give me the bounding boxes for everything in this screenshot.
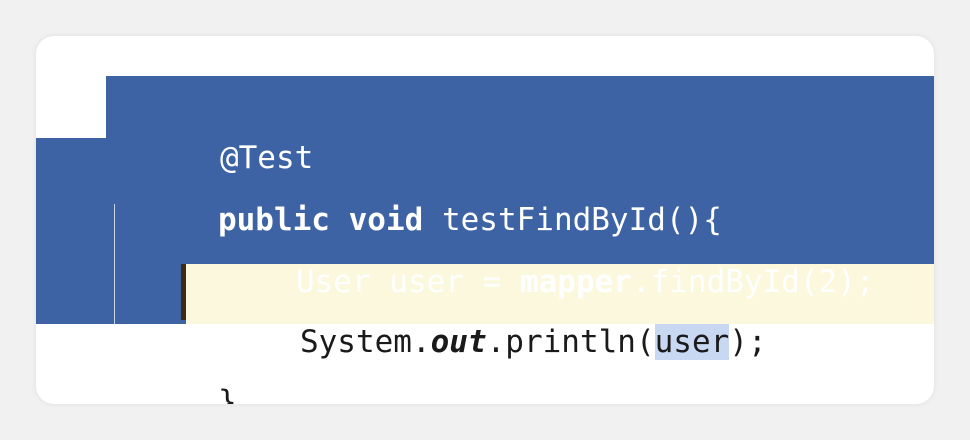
code-line-closing-brace: } — [106, 336, 237, 404]
closing-text: ); — [729, 324, 767, 360]
code-line-annotation: @Test — [108, 92, 313, 176]
highlighted-identifier[interactable]: user — [654, 324, 730, 360]
out-field: out — [430, 324, 487, 360]
closing-brace: } — [217, 384, 237, 404]
code-line-find-by-id: User user = mapper.findById(2); — [184, 216, 875, 300]
println-text: .println( — [486, 324, 655, 360]
code-line-method-signature: public void testFindById(){ — [106, 154, 722, 238]
code-editor-window: @Test public void testFindById(){ User u… — [36, 36, 934, 404]
code-editor[interactable]: @Test public void testFindById(){ User u… — [36, 36, 934, 404]
text-caret — [181, 264, 186, 320]
code-line-println: System.out.println(user); — [188, 276, 767, 360]
system-text: System. — [299, 324, 431, 360]
